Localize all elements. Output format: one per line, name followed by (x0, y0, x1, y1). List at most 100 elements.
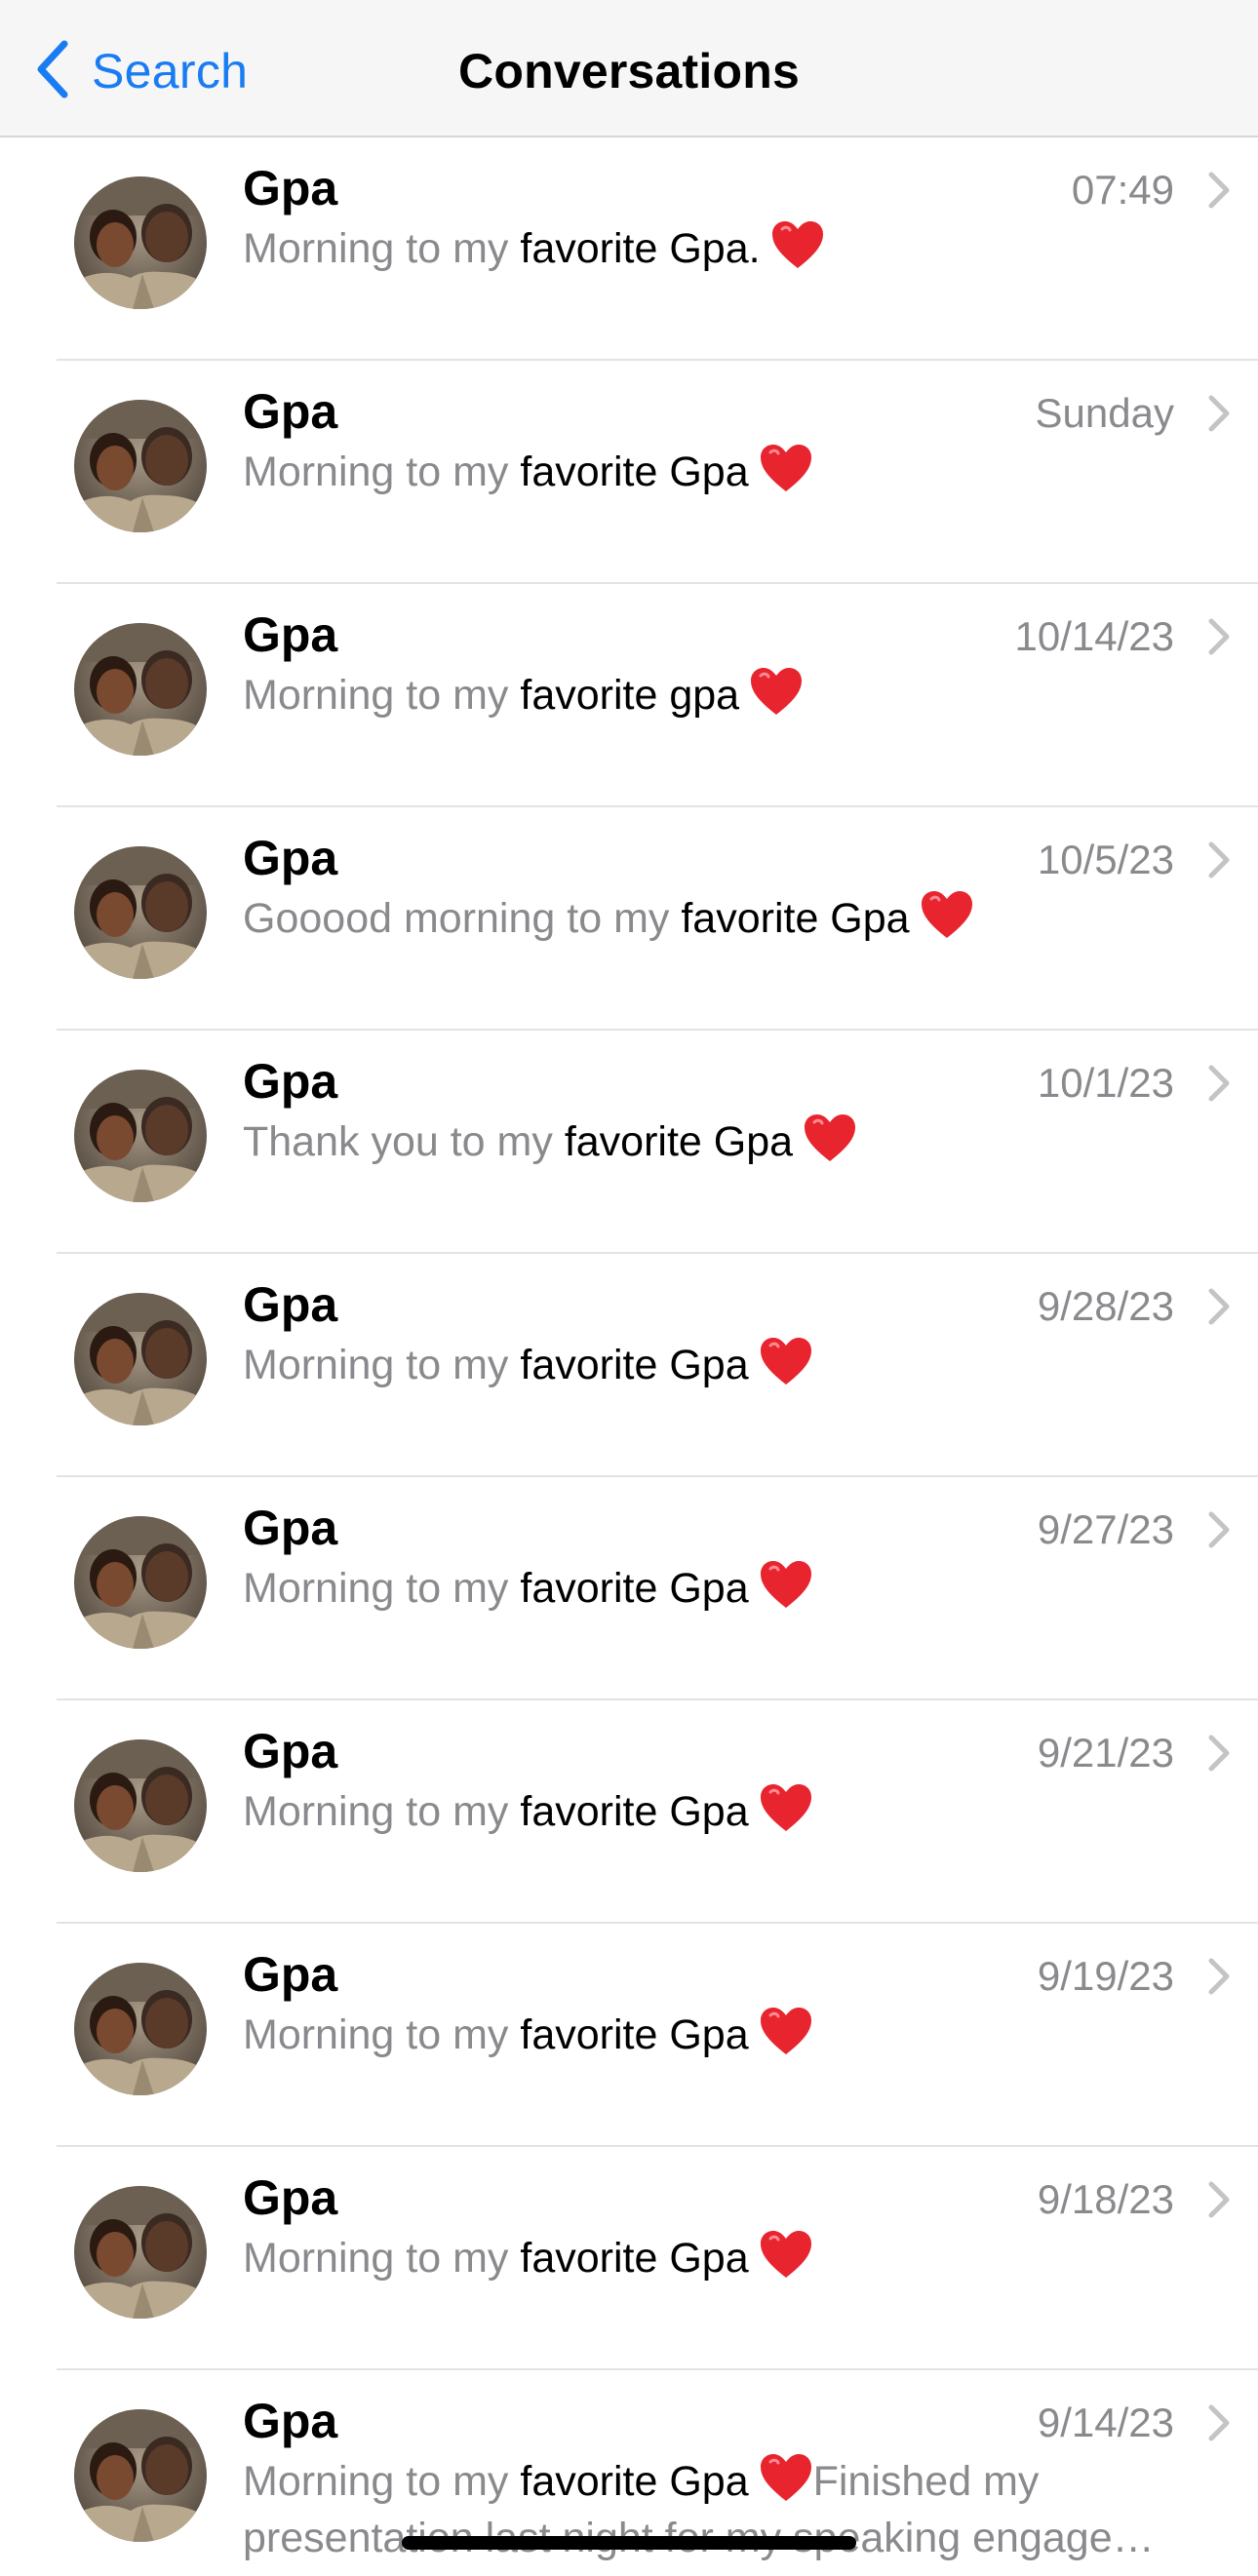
preview-line: Morning to my favorite Gpa. (243, 221, 825, 272)
chevron-right-icon (1207, 2180, 1231, 2219)
avatar (74, 1293, 207, 1425)
timestamp: 10/1/23 (1037, 1060, 1174, 1106)
preview-line: Morning to my favorite gpa (243, 668, 804, 719)
message-preview: Morning to my favorite Gpa (243, 1559, 1218, 1617)
conversation-list: Gpa 07:49 Morning to my favorite Gpa. Gpa… (0, 137, 1258, 2576)
search-match-highlight: favorite Gpa (520, 1788, 749, 1835)
heart-icon (920, 889, 974, 940)
search-match-highlight: favorite Gpa (520, 2011, 749, 2058)
contact-name: Gpa (243, 607, 338, 662)
message-preview: Morning to my favorite Gpa (243, 2006, 1218, 2063)
preview-line: Morning to my favorite Gpa Finished my (243, 2452, 1218, 2510)
preview-text: Thank you to my (243, 1118, 565, 1165)
page-title: Conversations (458, 44, 800, 98)
search-match-highlight: favorite Gpa (564, 1118, 794, 1165)
message-preview: Thank you to my favorite Gpa (243, 1112, 1218, 1170)
timestamp: 9/21/23 (1037, 1730, 1174, 1776)
conversation-row[interactable]: Gpa 10/1/23 Thank you to my favorite Gpa (0, 1031, 1258, 1254)
contact-name: Gpa (243, 1947, 338, 2002)
conversation-row[interactable]: Gpa 9/27/23 Morning to my favorite Gpa (0, 1477, 1258, 1700)
preview-text: Morning to my (243, 1342, 521, 1388)
heart-icon (803, 1112, 857, 1163)
preview-line: Morning to my favorite Gpa (243, 1338, 813, 1388)
avatar (74, 2186, 207, 2319)
message-preview: Morning to my favorite Gpa. (243, 219, 1218, 277)
chevron-right-icon (1207, 840, 1231, 879)
timestamp: 10/14/23 (1014, 613, 1175, 659)
avatar (74, 2409, 207, 2542)
chevron-right-icon (1207, 1510, 1231, 1549)
preview-line: Thank you to my favorite Gpa (243, 1114, 857, 1165)
preview-line: Morning to my favorite Gpa (243, 2231, 813, 2282)
preview-text: Morning to my (243, 2458, 521, 2505)
avatar (74, 176, 207, 309)
heart-icon (770, 219, 825, 270)
conversation-row[interactable]: Gpa 9/19/23 Morning to my favorite Gpa (0, 1924, 1258, 2147)
timestamp: 9/19/23 (1037, 1953, 1174, 1999)
message-preview: Morning to my favorite Gpa (243, 443, 1218, 500)
contact-name: Gpa (243, 2170, 338, 2225)
heart-icon (759, 1559, 813, 1610)
preview-text: Morning to my (243, 225, 521, 272)
chevron-right-icon (1207, 1287, 1231, 1326)
preview-line: Morning to my favorite Gpa (243, 445, 813, 495)
contact-name: Gpa (243, 161, 338, 215)
contact-name: Gpa (243, 1724, 338, 1778)
timestamp: 07:49 (1071, 167, 1174, 213)
search-match-highlight: favorite Gpa. (520, 225, 761, 272)
timestamp: 9/27/23 (1037, 1506, 1174, 1552)
navigation-bar: Search Conversations (0, 0, 1258, 137)
chevron-right-icon (1207, 171, 1231, 210)
app-window: Search Conversations Gpa 07:49 Morning to… (0, 0, 1258, 2576)
conversation-row[interactable]: Gpa 10/14/23 Morning to my favorite gpa (0, 584, 1258, 807)
heart-icon (759, 2229, 813, 2280)
chevron-right-icon (1207, 1064, 1231, 1103)
preview-line: Morning to my favorite Gpa (243, 2008, 813, 2058)
timestamp: 10/5/23 (1037, 837, 1174, 882)
chevron-right-icon (1207, 1957, 1231, 1996)
contact-name: Gpa (243, 2394, 338, 2448)
preview-text: Finished my (812, 2458, 1040, 2505)
search-match-highlight: favorite Gpa (520, 449, 749, 495)
timestamp: 9/14/23 (1037, 2400, 1174, 2445)
preview-text: Morning to my (243, 2235, 521, 2282)
preview-text: Morning to my (243, 2011, 521, 2058)
preview-text: Morning to my (243, 1565, 521, 1612)
avatar (74, 623, 207, 756)
heart-icon (759, 2452, 813, 2503)
message-preview: Morning to my favorite Gpa (243, 1336, 1218, 1393)
search-match-highlight: favorite Gpa (520, 2458, 749, 2505)
search-match-highlight: favorite Gpa (520, 1342, 749, 1388)
chevron-right-icon (1207, 2403, 1231, 2442)
conversation-row[interactable]: Gpa Sunday Morning to my favorite Gpa (0, 361, 1258, 584)
preview-text: Morning to my (243, 1788, 521, 1835)
conversation-row[interactable]: Gpa 9/18/23 Morning to my favorite Gpa (0, 2147, 1258, 2370)
heart-icon (759, 1782, 813, 1833)
search-match-highlight: favorite gpa (520, 672, 740, 719)
avatar (74, 1070, 207, 1202)
timestamp: Sunday (1035, 390, 1174, 436)
timestamp: 9/28/23 (1037, 1283, 1174, 1329)
contact-name: Gpa (243, 1277, 338, 1332)
contact-name: Gpa (243, 1501, 338, 1555)
chevron-right-icon (1207, 617, 1231, 656)
preview-line: Morning to my favorite Gpa (243, 1561, 813, 1612)
conversation-row[interactable]: Gpa 9/21/23 Morning to my favorite Gpa (0, 1700, 1258, 1924)
preview-line: Morning to my favorite Gpa (243, 1784, 813, 1835)
contact-name: Gpa (243, 1054, 338, 1109)
chevron-right-icon (1207, 1734, 1231, 1773)
conversation-row[interactable]: Gpa 07:49 Morning to my favorite Gpa. (0, 137, 1258, 361)
heart-icon (749, 666, 804, 717)
avatar (74, 846, 207, 979)
avatar (74, 1963, 207, 2095)
avatar (74, 1516, 207, 1649)
search-match-highlight: favorite Gpa (520, 2235, 749, 2282)
heart-icon (759, 443, 813, 493)
conversation-row[interactable]: Gpa 10/5/23 Gooood morning to my favorite… (0, 807, 1258, 1031)
message-preview: Morning to my favorite Gpa (243, 1782, 1218, 1840)
contact-name: Gpa (243, 384, 338, 439)
home-indicator[interactable] (402, 2536, 856, 2550)
conversation-row[interactable]: Gpa 9/28/23 Morning to my favorite Gpa (0, 1254, 1258, 1477)
avatar (74, 1739, 207, 1872)
chevron-right-icon (1207, 394, 1231, 433)
